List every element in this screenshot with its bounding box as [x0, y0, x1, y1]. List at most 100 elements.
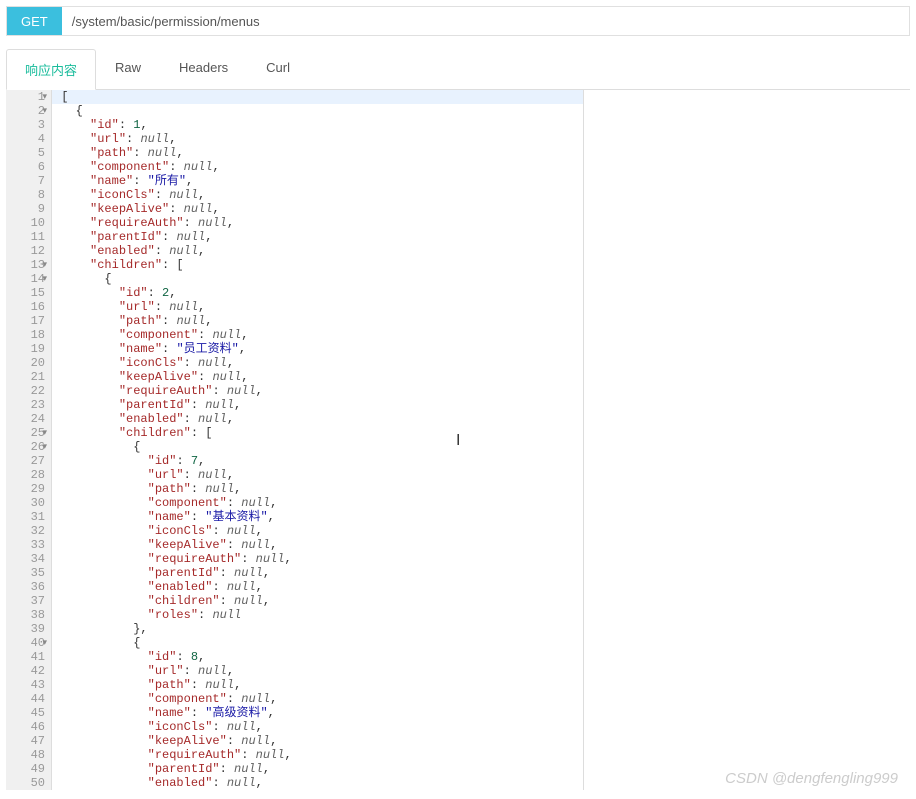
code-line[interactable]: "parentId": null,: [52, 566, 583, 580]
code-line[interactable]: "component": null,: [52, 496, 583, 510]
code-line[interactable]: "id": 2,: [52, 286, 583, 300]
code-line[interactable]: "requireAuth": null,: [52, 216, 583, 230]
line-number: 2▾: [10, 104, 45, 118]
line-number: 23: [10, 398, 45, 412]
line-number: 11: [10, 230, 45, 244]
line-number: 14▾: [10, 272, 45, 286]
line-number: 19: [10, 342, 45, 356]
code-line[interactable]: "parentId": null,: [52, 398, 583, 412]
line-number: 33: [10, 538, 45, 552]
code-line[interactable]: "iconCls": null,: [52, 356, 583, 370]
line-number: 26▾: [10, 440, 45, 454]
code-line[interactable]: "enabled": null,: [52, 244, 583, 258]
code-line[interactable]: "requireAuth": null,: [52, 384, 583, 398]
line-number: 49: [10, 762, 45, 776]
line-number: 43: [10, 678, 45, 692]
code-line[interactable]: "keepAlive": null,: [52, 538, 583, 552]
fold-marker-icon[interactable]: ▾: [42, 426, 47, 440]
line-number: 22: [10, 384, 45, 398]
line-number: 37: [10, 594, 45, 608]
code-content[interactable]: [ { "id": 1, "url": null, "path": null, …: [52, 90, 584, 790]
line-number: 50: [10, 776, 45, 790]
code-line[interactable]: "parentId": null,: [52, 762, 583, 776]
code-line[interactable]: "id": 1,: [52, 118, 583, 132]
code-line[interactable]: "component": null,: [52, 328, 583, 342]
code-line[interactable]: "id": 8,: [52, 650, 583, 664]
line-number: 17: [10, 314, 45, 328]
code-line[interactable]: "requireAuth": null,: [52, 552, 583, 566]
code-line[interactable]: "children": [: [52, 258, 583, 272]
line-number: 6: [10, 160, 45, 174]
line-number: 13▾: [10, 258, 45, 272]
text-cursor-icon: I: [456, 432, 457, 448]
line-number: 16: [10, 300, 45, 314]
line-number: 38: [10, 608, 45, 622]
code-line[interactable]: "component": null,: [52, 160, 583, 174]
code-line[interactable]: "name": "员工资料",: [52, 342, 583, 356]
line-number: 15: [10, 286, 45, 300]
code-line[interactable]: "url": null,: [52, 132, 583, 146]
code-line[interactable]: "name": "基本资料",: [52, 510, 583, 524]
fold-marker-icon[interactable]: ▾: [42, 258, 47, 272]
line-number: 35: [10, 566, 45, 580]
request-bar: GET /system/basic/permission/menus: [6, 6, 910, 36]
code-line[interactable]: "keepAlive": null,: [52, 734, 583, 748]
line-number: 40▾: [10, 636, 45, 650]
fold-marker-icon[interactable]: ▾: [42, 636, 47, 650]
code-line[interactable]: "enabled": null,: [52, 776, 583, 790]
tab-raw[interactable]: Raw: [96, 49, 160, 90]
code-line[interactable]: "roles": null: [52, 608, 583, 622]
code-line[interactable]: "iconCls": null,: [52, 188, 583, 202]
line-number: 39: [10, 622, 45, 636]
line-number: 18: [10, 328, 45, 342]
http-method-badge[interactable]: GET: [7, 7, 62, 35]
tab-headers[interactable]: Headers: [160, 49, 247, 90]
line-number: 27: [10, 454, 45, 468]
code-line[interactable]: [: [52, 90, 583, 104]
code-line[interactable]: "name": "高级资料",: [52, 706, 583, 720]
code-line[interactable]: },: [52, 622, 583, 636]
code-line[interactable]: "url": null,: [52, 300, 583, 314]
code-line[interactable]: "url": null,: [52, 468, 583, 482]
code-line[interactable]: {: [52, 636, 583, 650]
line-number: 36: [10, 580, 45, 594]
fold-marker-icon[interactable]: ▾: [42, 90, 47, 104]
code-line[interactable]: "component": null,: [52, 692, 583, 706]
code-line[interactable]: "name": "所有",: [52, 174, 583, 188]
code-line[interactable]: "parentId": null,: [52, 230, 583, 244]
line-number: 1▾: [10, 90, 45, 104]
code-line[interactable]: {: [52, 272, 583, 286]
code-line[interactable]: "path": null,: [52, 146, 583, 160]
code-line[interactable]: "path": null,: [52, 678, 583, 692]
code-line[interactable]: "path": null,: [52, 314, 583, 328]
code-line[interactable]: "children": null,: [52, 594, 583, 608]
code-line[interactable]: "children": [: [52, 426, 583, 440]
line-number: 28: [10, 468, 45, 482]
code-line[interactable]: "enabled": null,: [52, 412, 583, 426]
line-number: 32: [10, 524, 45, 538]
line-number: 25▾: [10, 426, 45, 440]
line-number: 44: [10, 692, 45, 706]
code-line[interactable]: {: [52, 104, 583, 118]
request-url[interactable]: /system/basic/permission/menus: [62, 14, 260, 29]
line-number: 30: [10, 496, 45, 510]
fold-marker-icon[interactable]: ▾: [42, 440, 47, 454]
code-line[interactable]: "requireAuth": null,: [52, 748, 583, 762]
code-line[interactable]: {: [52, 440, 583, 454]
code-line[interactable]: "enabled": null,: [52, 580, 583, 594]
code-line[interactable]: "path": null,: [52, 482, 583, 496]
code-line[interactable]: "keepAlive": null,: [52, 370, 583, 384]
line-gutter: 1▾2▾345678910111213▾14▾15161718192021222…: [6, 90, 52, 790]
code-line[interactable]: "iconCls": null,: [52, 720, 583, 734]
code-line[interactable]: "keepAlive": null,: [52, 202, 583, 216]
code-line[interactable]: "url": null,: [52, 664, 583, 678]
line-number: 5: [10, 146, 45, 160]
line-number: 46: [10, 720, 45, 734]
code-line[interactable]: "id": 7,: [52, 454, 583, 468]
line-number: 10: [10, 216, 45, 230]
fold-marker-icon[interactable]: ▾: [42, 104, 47, 118]
code-line[interactable]: "iconCls": null,: [52, 524, 583, 538]
tab-响应内容[interactable]: 响应内容: [6, 49, 96, 90]
fold-marker-icon[interactable]: ▾: [42, 272, 47, 286]
tab-curl[interactable]: Curl: [247, 49, 309, 90]
